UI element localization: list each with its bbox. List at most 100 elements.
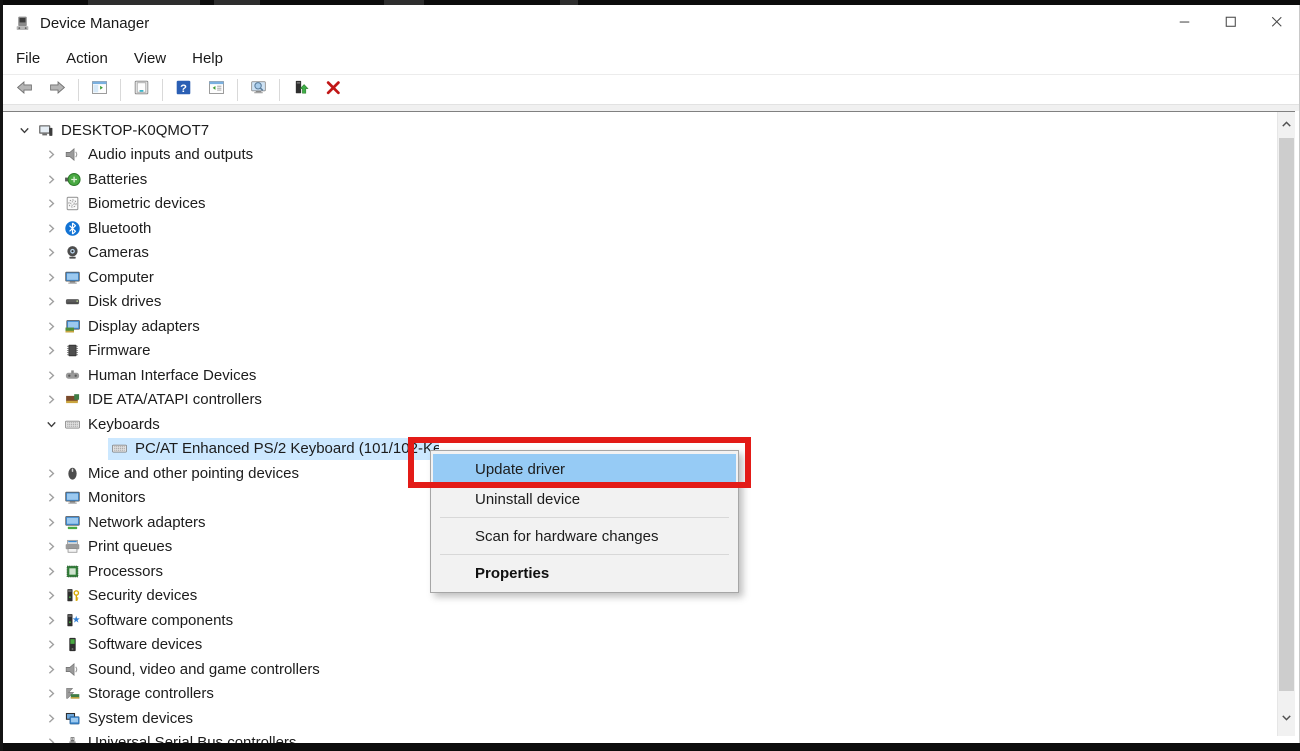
scan-hardware-button[interactable]	[242, 77, 275, 103]
context-menu-item-scan-for-hardware-changes[interactable]: Scan for hardware changes	[433, 521, 736, 551]
tree-item-storage-controllers[interactable]: Storage controllers	[3, 682, 1277, 707]
chevron-right-icon[interactable]	[43, 489, 60, 506]
scan-hardware-icon	[250, 79, 267, 101]
context-menu-item-update-driver[interactable]: Update driver	[433, 454, 736, 484]
tree-item-batteries[interactable]: Batteries	[3, 167, 1277, 192]
chevron-right-icon[interactable]	[43, 220, 60, 237]
properties-button[interactable]	[125, 77, 158, 103]
chevron-down-icon[interactable]	[16, 122, 33, 139]
chevron-right-icon[interactable]	[43, 318, 60, 335]
tree-item-system-devices[interactable]: System devices	[3, 706, 1277, 731]
tree-item-label: Universal Serial Bus controllers	[88, 734, 296, 743]
speaker-icon	[64, 661, 81, 678]
uninstall-button[interactable]	[317, 77, 350, 103]
tree-item-label: Biometric devices	[88, 195, 206, 212]
chevron-right-icon[interactable]	[43, 661, 60, 678]
context-menu-item-properties[interactable]: Properties	[433, 558, 736, 588]
tree-item-label: Sound, video and game controllers	[88, 661, 320, 678]
firmware-chip-icon	[64, 342, 81, 359]
chevron-right-icon[interactable]	[43, 612, 60, 629]
minimize-button[interactable]	[1161, 5, 1207, 42]
context-menu-item-uninstall-device[interactable]: Uninstall device	[433, 484, 736, 514]
chevron-right-icon[interactable]	[43, 636, 60, 653]
camera-icon	[64, 244, 81, 261]
tree-item-label: Computer	[88, 269, 154, 286]
toolbar-separator	[78, 79, 79, 101]
tree-item-display-adapters[interactable]: Display adapters	[3, 314, 1277, 339]
update-driver-icon	[292, 79, 309, 101]
vertical-scrollbar[interactable]	[1277, 112, 1295, 736]
tree-selection-highlight: PC/AT Enhanced PS/2 Keyboard (101/102-Ke…	[108, 438, 439, 460]
menu-view[interactable]: View	[134, 50, 166, 67]
tree-item-sound-video-and-game-controllers[interactable]: Sound, video and game controllers	[3, 657, 1277, 682]
chevron-right-icon[interactable]	[43, 367, 60, 384]
tree-item-software-components[interactable]: Software components	[3, 608, 1277, 633]
forward-button[interactable]	[41, 77, 74, 103]
tree-item-human-interface-devices[interactable]: Human Interface Devices	[3, 363, 1277, 388]
chevron-right-icon[interactable]	[43, 269, 60, 286]
tree-item-label: Human Interface Devices	[88, 367, 256, 384]
close-icon	[1268, 13, 1285, 35]
window-controls	[1161, 5, 1299, 42]
monitor-icon	[64, 489, 81, 506]
keyboard-icon	[111, 440, 128, 457]
chevron-right-icon[interactable]	[43, 710, 60, 727]
help-button[interactable]: ?	[167, 77, 200, 103]
tree-item-cameras[interactable]: Cameras	[3, 241, 1277, 266]
system-device-icon	[64, 710, 81, 727]
tree-item-ide-ata-atapi-controllers[interactable]: IDE ATA/ATAPI controllers	[3, 388, 1277, 413]
menu-action[interactable]: Action	[66, 50, 108, 67]
chevron-right-icon[interactable]	[43, 391, 60, 408]
show-console-tree-button[interactable]	[83, 77, 116, 103]
chevron-right-icon[interactable]	[43, 465, 60, 482]
chevron-right-icon[interactable]	[43, 587, 60, 604]
forward-arrow-icon	[49, 79, 66, 101]
fingerprint-icon	[64, 195, 81, 212]
tree-item-firmware[interactable]: Firmware	[3, 339, 1277, 364]
hid-icon	[64, 367, 81, 384]
tree-item-label: PC/AT Enhanced PS/2 Keyboard (101/102-Ke…	[135, 440, 439, 457]
chevron-right-icon[interactable]	[43, 563, 60, 580]
update-driver-button[interactable]	[284, 77, 317, 103]
security-device-icon	[64, 587, 81, 604]
toolbar: ?	[3, 74, 1299, 104]
tree-item-disk-drives[interactable]: Disk drives	[3, 290, 1277, 315]
close-button[interactable]	[1253, 5, 1299, 42]
back-button[interactable]	[8, 77, 41, 103]
tree-item-computer[interactable]: Computer	[3, 265, 1277, 290]
scrollbar-up-button[interactable]	[1278, 112, 1295, 137]
toolbar-separator	[120, 79, 121, 101]
context-menu: Update driverUninstall device Scan for ha…	[430, 450, 739, 593]
tree-item-universal-serial-bus-controllers[interactable]: Universal Serial Bus controllers	[3, 731, 1277, 744]
chevron-right-icon[interactable]	[43, 244, 60, 261]
screen-top-edge	[0, 0, 1300, 5]
tree-item-software-devices[interactable]: Software devices	[3, 633, 1277, 658]
display-adapter-icon	[64, 318, 81, 335]
tree-item-audio-inputs-and-outputs[interactable]: Audio inputs and outputs	[3, 143, 1277, 168]
chevron-right-icon[interactable]	[43, 685, 60, 702]
tree-item-bluetooth[interactable]: Bluetooth	[3, 216, 1277, 241]
maximize-button[interactable]	[1207, 5, 1253, 42]
chevron-right-icon[interactable]	[43, 293, 60, 310]
tree-item-label: Print queues	[88, 538, 172, 555]
menu-help[interactable]: Help	[192, 50, 223, 67]
tree-item-keyboards[interactable]: Keyboards	[3, 412, 1277, 437]
chevron-right-icon[interactable]	[43, 734, 60, 743]
tree-item-desktop-k0qmot7[interactable]: DESKTOP-K0QMOT7	[3, 118, 1277, 143]
chevron-right-icon[interactable]	[43, 342, 60, 359]
scrollbar-thumb[interactable]	[1279, 138, 1294, 691]
tree-item-biometric-devices[interactable]: Biometric devices	[3, 192, 1277, 217]
chevron-right-icon[interactable]	[43, 514, 60, 531]
menu-file[interactable]: File	[16, 50, 40, 67]
chevron-right-icon[interactable]	[43, 146, 60, 163]
chevron-right-icon[interactable]	[43, 195, 60, 212]
tree-item-label: Storage controllers	[88, 685, 214, 702]
action-pane-button[interactable]	[200, 77, 233, 103]
printer-icon	[64, 538, 81, 555]
chevron-right-icon[interactable]	[43, 538, 60, 555]
chevron-down-icon[interactable]	[43, 416, 60, 433]
device-manager-window: Device Manager FileActionViewHelp ? DESK…	[0, 0, 1300, 751]
chevron-right-icon[interactable]	[43, 171, 60, 188]
speaker-icon	[64, 146, 81, 163]
scrollbar-down-button[interactable]	[1278, 704, 1295, 730]
